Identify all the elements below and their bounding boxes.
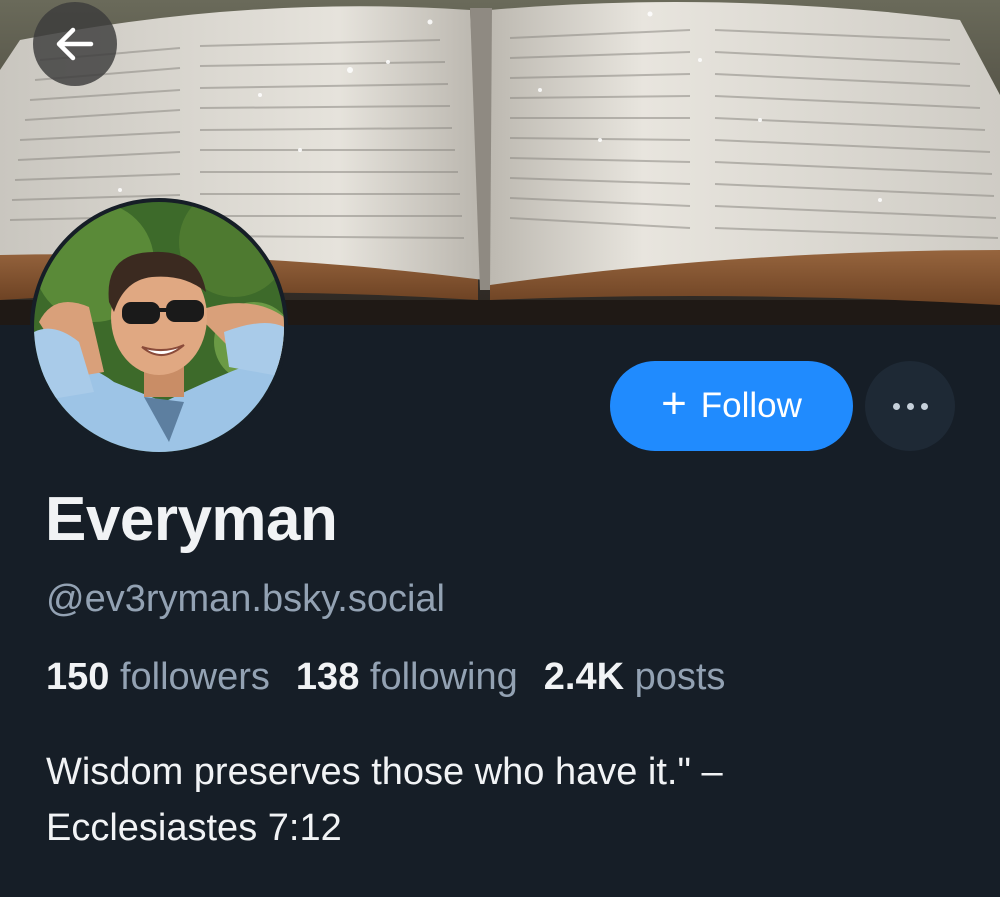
arrow-left-icon bbox=[56, 27, 94, 61]
plus-icon: + bbox=[661, 379, 687, 428]
following-link[interactable]: 138 following bbox=[296, 656, 518, 699]
following-label: following bbox=[369, 656, 518, 698]
bio-line: Ecclesiastes 7:12 bbox=[46, 807, 342, 849]
follow-button[interactable]: + Follow bbox=[610, 361, 853, 451]
followers-count: 150 bbox=[46, 656, 110, 698]
posts-stat: 2.4K posts bbox=[544, 656, 726, 699]
profile-handle: @ev3ryman.bsky.social bbox=[46, 578, 445, 620]
ellipsis-icon bbox=[892, 402, 900, 410]
followers-link[interactable]: 150 followers bbox=[46, 656, 270, 699]
posts-label: posts bbox=[634, 656, 726, 698]
display-name: Everyman bbox=[45, 485, 338, 554]
avatar[interactable] bbox=[30, 198, 288, 456]
ellipsis-icon-dot bbox=[920, 402, 928, 410]
avatar-photo bbox=[34, 202, 284, 452]
bio-line: Wisdom preserves those who have it." – bbox=[46, 751, 723, 793]
profile-bio: Wisdom preserves those who have it." – E… bbox=[46, 744, 946, 856]
back-button[interactable] bbox=[33, 2, 117, 86]
more-options-button[interactable] bbox=[865, 361, 955, 451]
following-count: 138 bbox=[295, 656, 360, 698]
profile-stats: 150 followers 138 following 2.4K posts bbox=[46, 656, 751, 699]
follow-label: Follow bbox=[700, 386, 802, 425]
followers-label: followers bbox=[119, 656, 270, 698]
posts-count: 2.4K bbox=[543, 656, 625, 698]
ellipsis-icon-dot bbox=[906, 402, 914, 410]
